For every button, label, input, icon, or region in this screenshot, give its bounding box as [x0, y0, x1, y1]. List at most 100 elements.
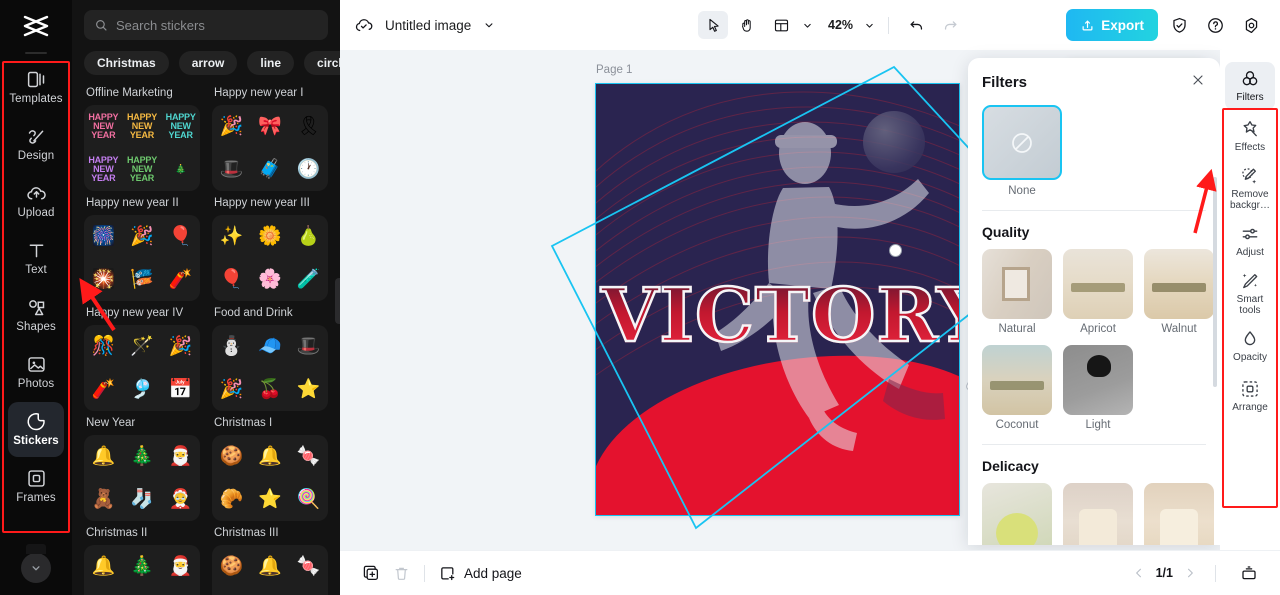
close-filters-button[interactable]: [1190, 72, 1206, 93]
filter-item[interactable]: Apricot: [1063, 249, 1133, 335]
sticker-item[interactable]: 🪄: [130, 337, 154, 356]
sticker-tile[interactable]: 🔔 🎄 🎅 🧸 🧦 🤶: [84, 435, 200, 521]
sticker-item[interactable]: 🎄: [130, 447, 154, 466]
sticker-item[interactable]: ⭐: [258, 490, 282, 509]
tool-adjust[interactable]: Adjust: [1225, 217, 1275, 265]
sticker-tile[interactable]: ✨ 🌼 🍐 🎈 🌸 🧪: [212, 215, 328, 301]
sticker-item[interactable]: 🧢: [258, 337, 282, 356]
chevron-down-icon[interactable]: [482, 18, 496, 32]
prev-page-button[interactable]: [1132, 566, 1146, 580]
sticker-item[interactable]: 🧨: [91, 380, 115, 399]
sticker-item[interactable]: 🎇: [91, 270, 115, 289]
sticker-item[interactable]: ⭐: [297, 380, 321, 399]
sticker-item[interactable]: 🍬: [297, 447, 321, 466]
sidebar-item-text[interactable]: Text: [8, 231, 64, 286]
sticker-item[interactable]: 🎩: [219, 160, 243, 179]
help-button[interactable]: [1200, 10, 1230, 40]
sticker-item[interactable]: 🎉: [219, 380, 243, 399]
sticker-item[interactable]: 🔔: [258, 447, 282, 466]
sticker-item[interactable]: 🎄: [130, 557, 154, 576]
tool-filters[interactable]: Filters: [1225, 62, 1275, 110]
sidebar-item-templates[interactable]: Templates: [8, 60, 64, 115]
sticker-item[interactable]: 🎅: [169, 557, 193, 576]
sticker-item[interactable]: 🎈: [219, 270, 243, 289]
layout-chevron-down-icon[interactable]: [801, 19, 814, 32]
shield-check-button[interactable]: [1164, 10, 1194, 40]
filters-panel-body[interactable]: None Quality Natural Apricot Walnut Coco…: [968, 93, 1220, 545]
sticker-item[interactable]: HAPPY NEW YEAR: [88, 156, 118, 183]
sticker-item[interactable]: 🧳: [258, 160, 282, 179]
redo-button[interactable]: [935, 11, 965, 39]
sticker-item[interactable]: 🎅: [169, 447, 193, 466]
sidebar-item-upload[interactable]: Upload: [8, 174, 64, 229]
sticker-item[interactable]: HAPPY NEW YEAR: [127, 156, 157, 183]
layout-tool-button[interactable]: [766, 11, 796, 39]
sticker-item[interactable]: 🍐: [297, 227, 321, 246]
sticker-item[interactable]: 🧸: [91, 490, 115, 509]
sticker-item[interactable]: 🤶: [169, 490, 193, 509]
tool-effects[interactable]: Effects: [1225, 112, 1275, 160]
sticker-item[interactable]: 🎐: [130, 380, 154, 399]
sticker-tile[interactable]: 🎉 🎀 🎗 🎩 🧳 🕐: [212, 105, 328, 191]
chip-line[interactable]: line: [247, 51, 295, 75]
tool-opacity[interactable]: Opacity: [1225, 322, 1275, 370]
sticker-item[interactable]: 🧨: [169, 270, 193, 289]
document-title[interactable]: Untitled image: [385, 18, 471, 33]
sticker-item[interactable]: HAPPY NEW YEAR: [88, 113, 118, 140]
sticker-item[interactable]: 🎗: [297, 117, 321, 136]
next-page-button[interactable]: [1183, 566, 1197, 580]
sticker-item[interactable]: 🥐: [219, 490, 243, 509]
sticker-item[interactable]: 🔔: [91, 557, 115, 576]
filters-scrollbar[interactable]: [1213, 177, 1217, 387]
duplicate-page-button[interactable]: [356, 558, 386, 588]
sticker-item[interactable]: ⛄: [219, 337, 243, 356]
sticker-tile[interactable]: 🍪 🔔 🍬 🥐 ⭐ 🍭: [212, 435, 328, 521]
sticker-item[interactable]: 🎆: [91, 227, 115, 246]
sticker-item[interactable]: 🔔: [91, 447, 115, 466]
zoom-chevron-down-icon[interactable]: [863, 19, 876, 32]
sidebar-item-stickers[interactable]: Stickers: [8, 402, 64, 457]
sidebar-item-photos[interactable]: Photos: [8, 345, 64, 400]
hand-tool-button[interactable]: [732, 11, 762, 39]
filter-item[interactable]: [982, 483, 1052, 545]
sticker-item[interactable]: 🔔: [258, 557, 282, 576]
sticker-item[interactable]: 🍪: [219, 557, 243, 576]
sticker-item[interactable]: 🍒: [258, 380, 282, 399]
sticker-item[interactable]: 🎩: [297, 337, 321, 356]
sticker-item[interactable]: 🎀: [258, 117, 282, 136]
sticker-item[interactable]: 🎉: [130, 227, 154, 246]
tool-smart-tools[interactable]: Smart tools: [1225, 267, 1275, 320]
sticker-item[interactable]: 🕐: [297, 160, 321, 179]
select-tool-button[interactable]: [698, 11, 728, 39]
sidebar-item-design[interactable]: Design: [8, 117, 64, 172]
pages-panel-button[interactable]: [1234, 558, 1264, 588]
sticker-item[interactable]: 🧪: [297, 270, 321, 289]
cloud-saved-icon[interactable]: [354, 15, 374, 35]
sticker-tile[interactable]: 🎆 🎉 🎈 🎇 🎏 🧨: [84, 215, 200, 301]
sticker-tile[interactable]: HAPPY NEW YEAR HAPPY NEW YEAR HAPPY NEW YEAR H…: [84, 105, 200, 191]
export-button[interactable]: Export: [1066, 9, 1158, 41]
sticker-tile[interactable]: 🎊 🪄 🎉 🧨 🎐 📅: [84, 325, 200, 411]
sticker-tile[interactable]: ⛄ 🧢 🎩 🎉 🍒 ⭐: [212, 325, 328, 411]
add-page-button[interactable]: Add page: [439, 565, 522, 582]
sticker-item[interactable]: 🍪: [219, 447, 243, 466]
chip-christmas[interactable]: Christmas: [84, 51, 169, 75]
filter-none-thumb[interactable]: [982, 105, 1062, 180]
sticker-item[interactable]: 🌼: [258, 227, 282, 246]
sticker-item[interactable]: 🎄: [175, 165, 186, 174]
filter-item[interactable]: [1063, 483, 1133, 545]
chip-arrow[interactable]: arrow: [178, 51, 238, 75]
tool-remove-background[interactable]: Remove backgr…: [1225, 162, 1275, 215]
filter-item[interactable]: Natural: [982, 249, 1052, 335]
artboard[interactable]: VICTORY: [595, 83, 960, 516]
delete-page-button[interactable]: [386, 558, 416, 588]
panel-collapse-handle[interactable]: [335, 278, 340, 324]
sidebar-item-frames[interactable]: Frames: [8, 459, 64, 514]
tool-arrange[interactable]: Arrange: [1225, 372, 1275, 420]
sticker-item[interactable]: HAPPY NEW YEAR: [166, 113, 196, 140]
sticker-item[interactable]: 🎉: [219, 117, 243, 136]
app-logo[interactable]: [0, 0, 72, 52]
filter-item[interactable]: Walnut: [1144, 249, 1214, 335]
sticker-item[interactable]: ✨: [219, 227, 243, 246]
sticker-tile[interactable]: 🍪 🔔 🍬 🥐 ⭐ 🍭: [212, 545, 328, 595]
